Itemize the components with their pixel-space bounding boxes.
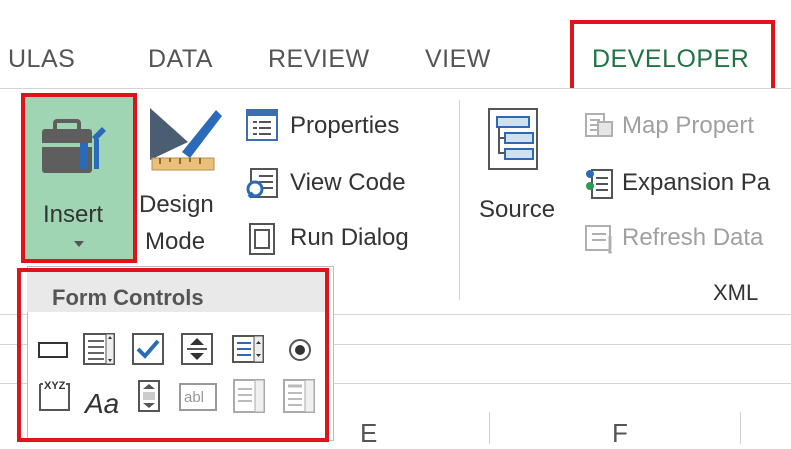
form-controls-highlight xyxy=(17,268,329,442)
expansion-packs-icon[interactable] xyxy=(584,166,614,200)
tab-review[interactable]: REVIEW xyxy=(268,45,370,74)
developer-tab-highlight xyxy=(570,20,775,96)
run-dialog-icon[interactable] xyxy=(248,222,276,256)
map-properties-label: Map Propert xyxy=(622,112,755,139)
view-code-icon[interactable] xyxy=(245,167,279,201)
properties-label[interactable]: Properties xyxy=(290,112,399,140)
column-header-e[interactable]: E xyxy=(360,418,377,449)
xml-source-icon[interactable] xyxy=(487,107,547,173)
column-divider xyxy=(489,412,490,444)
design-mode-label-line1: Design xyxy=(139,191,214,218)
xml-group-label: XML xyxy=(713,280,759,305)
tab-view[interactable]: VIEW xyxy=(425,45,491,74)
tab-formulas[interactable]: ULAS xyxy=(8,45,75,74)
expansion-packs-label[interactable]: Expansion Pa xyxy=(622,169,770,197)
insert-highlight xyxy=(21,93,137,263)
run-dialog-label[interactable]: Run Dialog xyxy=(290,224,409,252)
group-separator xyxy=(459,100,460,300)
column-header-f[interactable]: F xyxy=(612,418,628,449)
properties-icon[interactable] xyxy=(245,108,279,142)
refresh-data-icon xyxy=(585,225,612,254)
design-mode-icon[interactable] xyxy=(142,100,224,172)
view-code-label[interactable]: View Code xyxy=(290,169,406,197)
refresh-data-label: Refresh Data xyxy=(622,224,764,251)
tab-data[interactable]: DATA xyxy=(148,45,213,74)
design-mode-label-line2: Mode xyxy=(145,228,206,255)
column-divider xyxy=(740,412,741,444)
column-header-row xyxy=(334,400,791,444)
source-label[interactable]: Source xyxy=(479,196,555,224)
map-properties-icon xyxy=(585,113,613,137)
